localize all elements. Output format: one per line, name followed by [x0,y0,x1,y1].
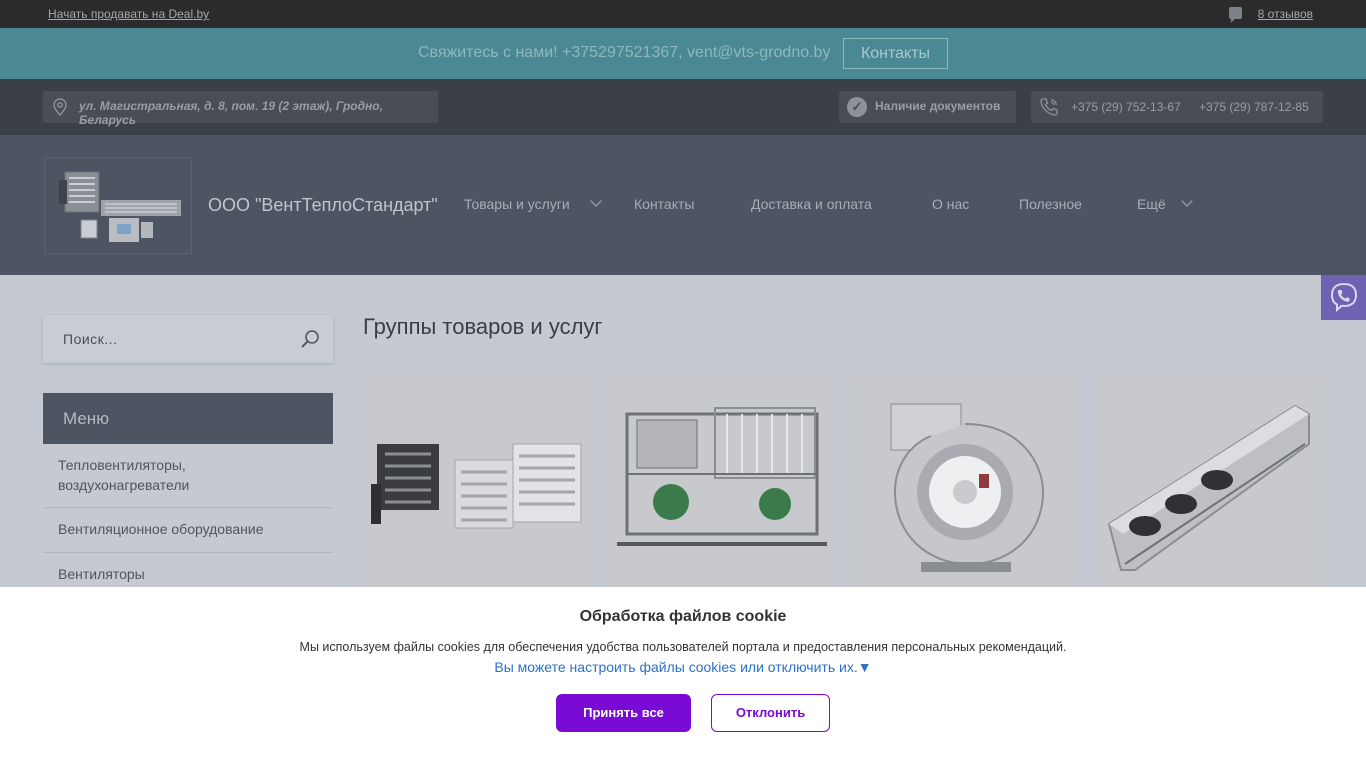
product-card-heaters[interactable] [363,374,591,594]
nav-products[interactable]: Товары и услуги [464,196,570,212]
air-curtain-image [1107,404,1310,571]
phone-number-2[interactable]: +375 (29) 787-12-85 [1199,100,1309,114]
address-box[interactable]: ул. Магистральная, д. 8, пом. 19 (2 этаж… [43,91,438,127]
search-input[interactable]: Поиск... [63,331,117,347]
ventilation-unit-image [617,407,827,546]
cookie-banner: Обработка файлов cookie Мы используем фа… [0,587,1366,768]
search-icon[interactable] [300,329,320,349]
accept-all-button[interactable]: Принять все [556,694,691,732]
nav-delivery[interactable]: Доставка и оплата [751,196,872,212]
menu-item-heaters[interactable]: Тепловентиляторы, воздухонагреватели [43,444,333,508]
page-title: Группы товаров и услуг [363,314,603,339]
viber-button[interactable] [1321,275,1366,320]
check-icon: ✓ [847,97,867,117]
contacts-button[interactable]: Контакты [843,38,948,69]
phone-icon [1040,98,1058,116]
cookie-settings-link[interactable]: Вы можете настроить файлы cookies или от… [0,659,1366,675]
cookie-title: Обработка файлов cookie [579,608,787,625]
logo-products-image [59,171,181,242]
nav-more[interactable]: Ещё [1137,196,1166,212]
chevron-down-icon [590,195,602,207]
viber-icon [1330,282,1358,313]
location-pin-icon [53,98,67,116]
menu-item-label: Вентиляционное оборудование [58,521,264,537]
contact-text: Свяжитесь с нами! +375297521367, vent@vt… [418,44,831,61]
product-card-curtains[interactable] [1095,374,1323,594]
search-box[interactable]: Поиск... [43,315,333,363]
nav-useful[interactable]: Полезное [1019,196,1082,212]
cookie-description: Мы используем файлы cookies для обеспече… [299,640,1067,654]
menu-header: Меню [43,393,333,444]
decline-button[interactable]: Отклонить [711,694,830,732]
start-selling-link[interactable]: Начать продавать на Deal.by [48,7,209,21]
info-bar: ул. Магистральная, д. 8, пом. 19 (2 этаж… [0,79,1366,135]
menu-title: Меню [63,409,109,428]
menu-item-label: Вентиляторы [58,566,145,582]
chevron-down-icon [1181,195,1193,207]
company-name[interactable]: ООО "ВентТеплоСтандарт" [208,195,438,216]
menu-item-label: Тепловентиляторы, [58,457,186,473]
site-header: ООО "ВентТеплоСтандарт" Товары и услуги … [0,135,1366,275]
nav-about[interactable]: О нас [932,196,969,212]
menu-item-label: воздухонагреватели [58,477,190,493]
top-bar: Начать продавать на Deal.by 8 отзывов [0,0,1366,28]
documents-text: Наличие документов [875,99,1001,113]
phones-box[interactable]: +375 (29) 752-13-67 +375 (29) 787-12-85 [1031,91,1323,123]
product-card-ventilation[interactable] [607,374,835,594]
comment-icon [1229,7,1242,23]
menu-item-ventilation[interactable]: Вентиляционное оборудование [43,508,333,553]
centrifugal-fan-image [890,403,1045,572]
product-card-fans[interactable] [851,374,1079,594]
company-logo[interactable] [44,157,192,254]
phone-number-1[interactable]: +375 (29) 752-13-67 [1071,100,1181,114]
nav-contacts[interactable]: Контакты [634,196,694,212]
address-text: ул. Магистральная, д. 8, пом. 19 (2 этаж… [79,99,383,127]
documents-box[interactable]: ✓ Наличие документов [839,91,1016,123]
heater-image [371,443,582,529]
reviews-link[interactable]: 8 отзывов [1258,7,1313,21]
contact-bar: Свяжитесь с нами! +375297521367, vent@vt… [0,28,1366,79]
